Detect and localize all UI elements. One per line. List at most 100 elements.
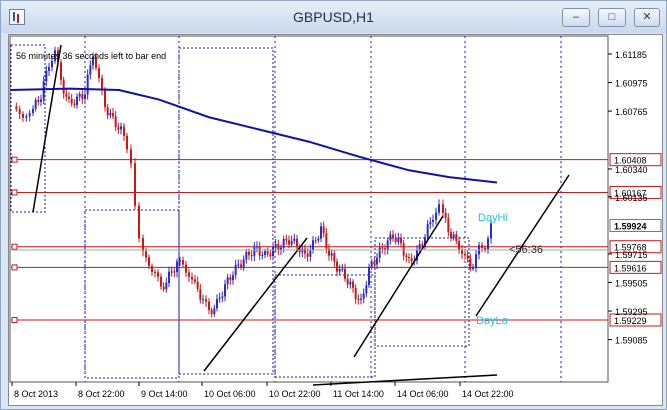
- bear-candle: [62, 79, 65, 94]
- time-axis: 8 Oct 2013 8 Oct 22:00 9 Oct 14:00 10 Oct 0…: [11, 382, 514, 399]
- bear-candle: [346, 278, 349, 285]
- bear-candle: [400, 237, 402, 244]
- bear-candle: [188, 272, 190, 277]
- bear-candle: [250, 255, 253, 257]
- bull-candle: [426, 224, 429, 238]
- bull-candle: [389, 234, 392, 241]
- minimize-button[interactable]: –: [562, 8, 590, 27]
- bear-candle: [112, 113, 114, 117]
- bear-candle: [37, 99, 40, 102]
- bear-candle: [248, 251, 250, 256]
- bear-candle: [185, 264, 187, 273]
- maximize-icon: □: [608, 11, 616, 23]
- chart-area[interactable]: 1.60408 1.60167 1.59924 1.59768 1.59616 1.592…: [8, 34, 663, 406]
- bull-candle: [365, 285, 368, 294]
- bull-candle: [435, 212, 437, 220]
- minimize-icon: –: [572, 11, 580, 23]
- bear-candle: [285, 238, 288, 241]
- title-bar[interactable]: GBPUSD,H1 – □ ✕: [1, 1, 666, 33]
- bull-candle: [362, 293, 365, 299]
- bear-candle: [421, 244, 424, 246]
- bull-candle: [165, 282, 168, 290]
- bear-candle: [126, 135, 128, 150]
- bear-candle: [306, 253, 309, 257]
- bear-candle: [154, 271, 156, 273]
- bear-candle: [442, 204, 444, 213]
- bull-candle: [253, 247, 256, 256]
- bear-candle: [373, 261, 376, 265]
- bull-candle: [168, 271, 170, 283]
- bull-candle: [370, 261, 373, 267]
- bull-candle: [341, 268, 344, 270]
- time-tick-label: 9 Oct 14:00: [141, 389, 188, 399]
- bull-candle: [290, 240, 293, 245]
- bull-candle: [472, 268, 474, 270]
- maximize-button[interactable]: □: [598, 8, 626, 27]
- bull-candle: [256, 246, 258, 248]
- bear-candle: [447, 218, 450, 233]
- bear-candle: [145, 251, 147, 258]
- bear-candle: [70, 98, 73, 104]
- close-button[interactable]: ✕: [634, 8, 660, 27]
- bull-candle: [216, 298, 218, 309]
- bear-candle: [106, 107, 109, 116]
- day-high-label: DayHi: [478, 212, 508, 224]
- bull-candle: [338, 269, 341, 272]
- level-anchor: [11, 317, 18, 324]
- bear-candle: [60, 62, 62, 80]
- bear-candle: [138, 205, 140, 239]
- bear-candle: [199, 289, 202, 300]
- bull-candle: [490, 223, 492, 239]
- bull-candle: [86, 74, 89, 95]
- bear-candle: [333, 253, 336, 262]
- bull-candle: [224, 284, 226, 297]
- bear-candle: [392, 234, 394, 239]
- bear-candle: [134, 163, 136, 206]
- bull-candle: [48, 67, 50, 71]
- bear-candle: [98, 68, 100, 79]
- bull-candle: [45, 70, 48, 82]
- bull-candle: [40, 99, 42, 102]
- price-tick-label: 1.59715: [615, 250, 648, 260]
- bull-candle: [301, 248, 304, 253]
- time-tick-label: 14 Oct 22:00: [462, 389, 514, 399]
- bull-candle: [242, 259, 245, 268]
- price-tick-label: 1.60135: [615, 193, 648, 203]
- bull-candle: [320, 226, 322, 239]
- price-chart[interactable]: 1.604081.601671.599241.597681.596161.592…: [9, 35, 662, 405]
- bull-candle: [170, 271, 173, 273]
- price-tick-label: 1.59295: [615, 307, 648, 317]
- bull-candle: [274, 243, 277, 248]
- bear-candle: [208, 301, 210, 310]
- level-price-label: 1.59616: [614, 263, 647, 273]
- bear-candle: [182, 260, 184, 265]
- bear-candle: [157, 272, 159, 277]
- time-tick-label: 11 Oct 14:00: [333, 389, 384, 399]
- bull-candle: [179, 260, 181, 262]
- bear-candle: [402, 243, 405, 256]
- price-tick-label: 1.59085: [615, 336, 648, 346]
- bear-candle: [354, 287, 357, 300]
- bear-candle: [466, 255, 469, 259]
- bull-candle: [418, 244, 421, 251]
- bear-candle: [408, 256, 410, 259]
- bull-candle: [376, 257, 378, 265]
- bear-candle: [194, 279, 196, 282]
- bear-candle: [325, 233, 328, 249]
- bull-candle: [120, 126, 122, 130]
- bull-candle: [25, 116, 28, 118]
- bull-candle: [438, 204, 440, 213]
- bear-candle: [229, 277, 232, 280]
- bear-candle: [22, 114, 24, 118]
- bear-candle: [173, 271, 176, 273]
- bear-candle: [304, 248, 306, 254]
- level-anchor: [11, 243, 18, 250]
- bear-candle: [481, 245, 483, 248]
- price-tick-label: 1.59505: [615, 278, 648, 288]
- price-tick-label: 1.60975: [615, 79, 648, 89]
- bull-candle: [226, 277, 229, 285]
- level-price-label: 1.59924: [614, 221, 647, 231]
- time-tick-label: 10 Oct 22:00: [269, 389, 321, 399]
- plot-frame: [9, 35, 609, 383]
- price-tick-label: 1.60765: [615, 107, 648, 117]
